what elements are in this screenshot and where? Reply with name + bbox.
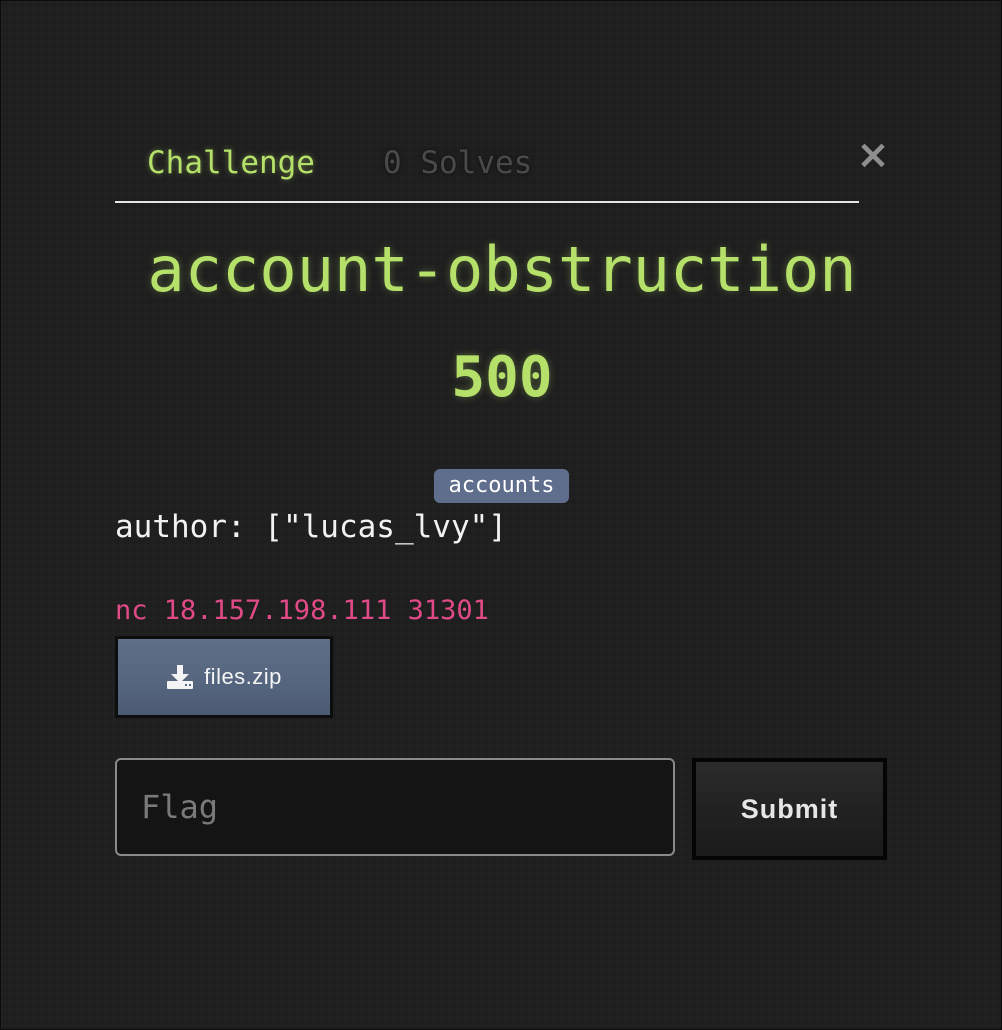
tab-solves[interactable]: 0 Solves — [383, 145, 532, 181]
challenge-description: author: ["lucas_lvy"] — [115, 509, 507, 545]
challenge-title: account-obstruction — [147, 233, 857, 306]
file-name: files.zip — [204, 664, 282, 689]
connection-info: nc 18.157.198.111 31301 — [115, 595, 489, 626]
challenge-points: 500 — [451, 345, 553, 410]
close-icon[interactable]: × — [853, 135, 893, 175]
submit-button[interactable]: Submit — [692, 758, 887, 860]
download-file-button[interactable]: files.zip — [115, 636, 333, 718]
tab-bar: Challenge 0 Solves — [115, 139, 859, 203]
flag-input[interactable] — [115, 758, 675, 856]
category-tag: accounts — [434, 469, 569, 503]
challenge-modal: Challenge 0 Solves × account-obstruction… — [0, 0, 1002, 1030]
download-icon — [166, 664, 194, 690]
tab-challenge[interactable]: Challenge — [147, 145, 315, 181]
